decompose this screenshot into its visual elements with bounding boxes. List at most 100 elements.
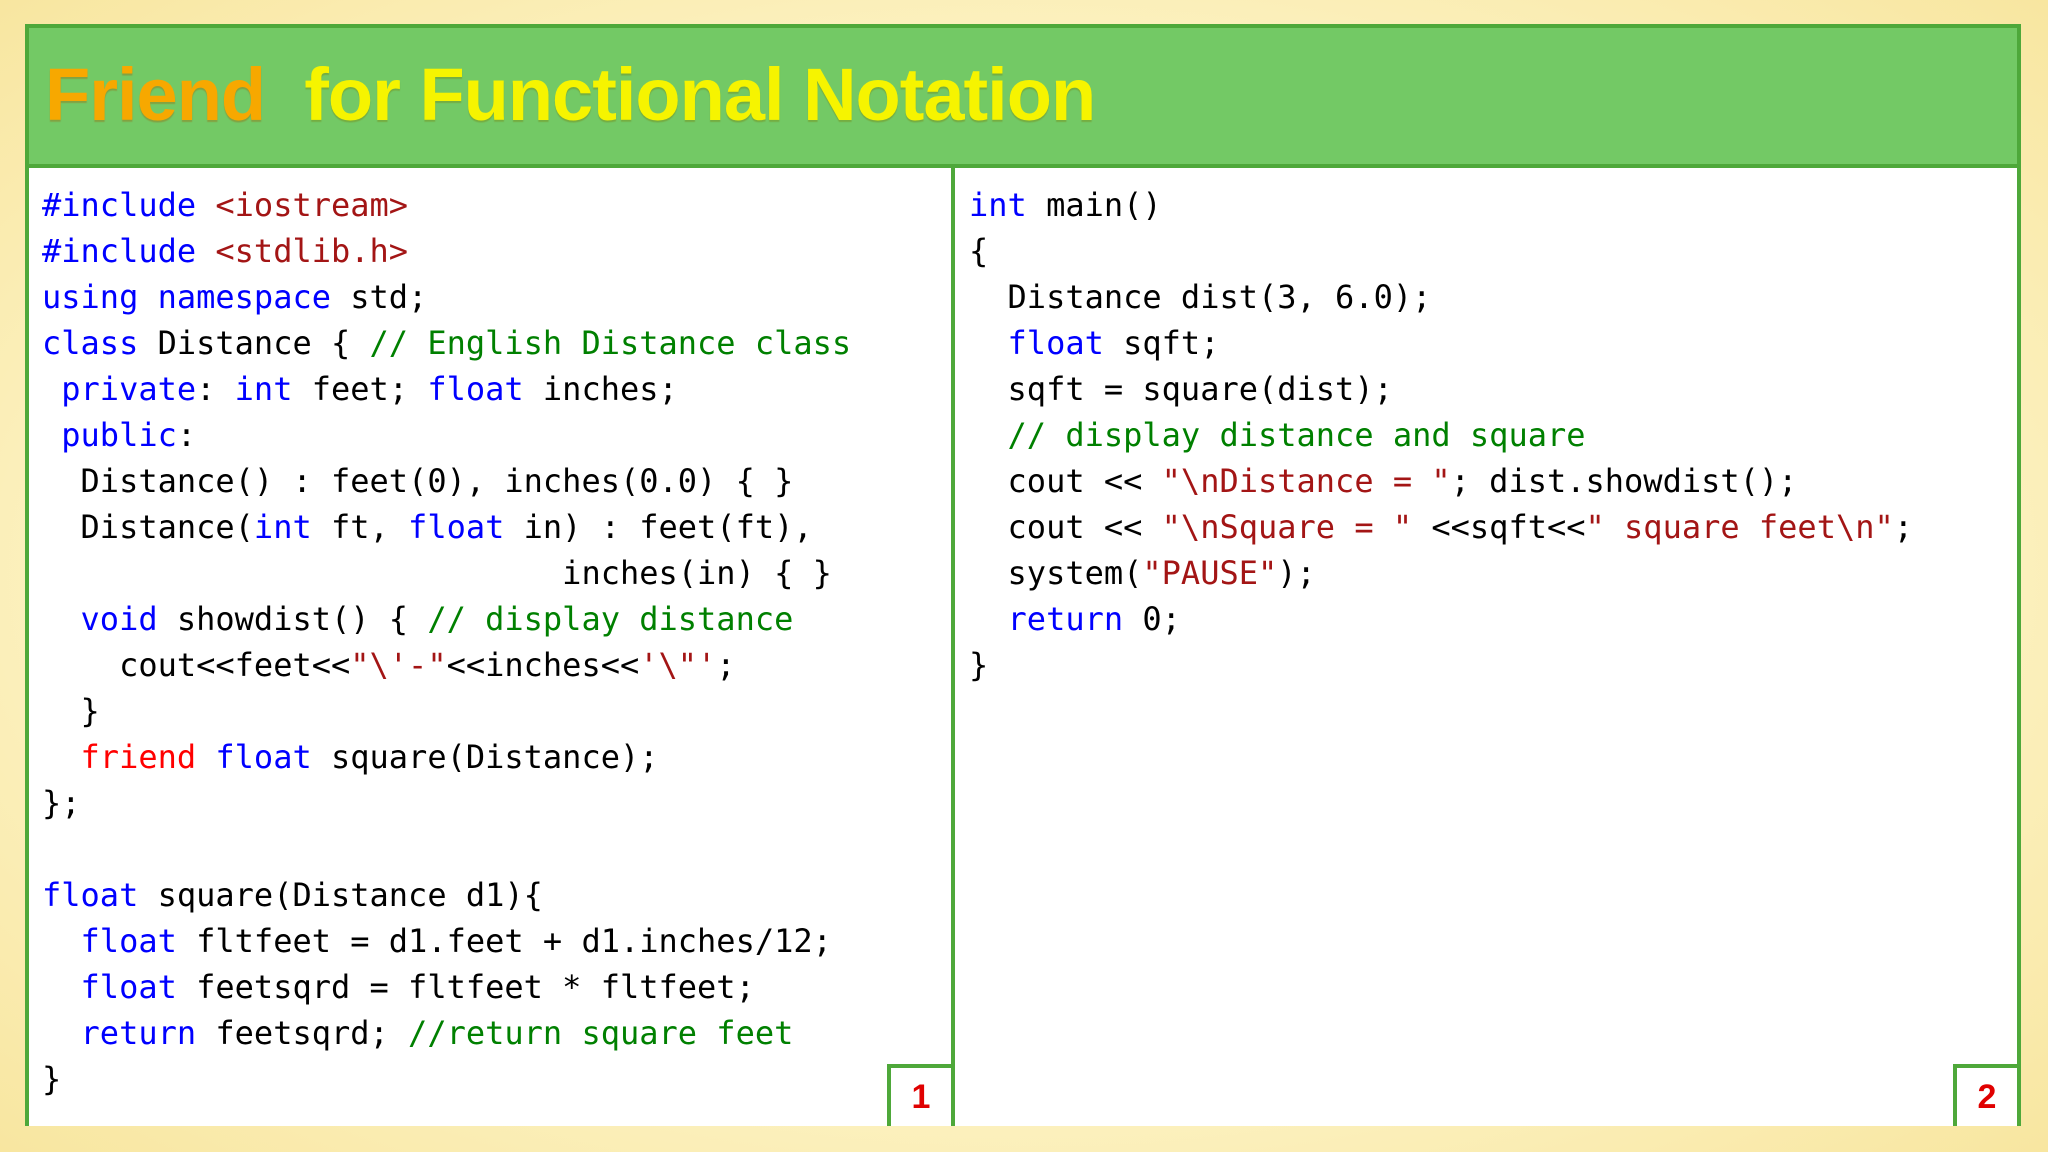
string-token: '\"' [639, 646, 717, 684]
friend-keyword-token: friend [80, 738, 197, 776]
code-line: public: [42, 412, 851, 458]
code-token: Distance { [138, 324, 370, 362]
comment-token: //return square feet [408, 1014, 794, 1052]
page-number-1: 1 [887, 1064, 951, 1126]
string-token: " square feet\n" [1585, 508, 1894, 546]
keyword-token: return [1007, 600, 1124, 638]
code-line: class Distance { // English Distance cla… [42, 320, 851, 366]
keyword-token: float [80, 922, 177, 960]
keyword-token: namespace [157, 278, 331, 316]
comment-token: // English Distance class [369, 324, 852, 362]
code-line: friend float square(Distance); [42, 734, 851, 780]
code-token: sqft; [1103, 324, 1220, 362]
code-token: } [42, 1060, 62, 1098]
code-token: cout<<feet<< [42, 646, 351, 684]
string-token: <stdlib.h> [215, 232, 409, 270]
code-token: } [42, 692, 100, 730]
code-line: } [42, 1056, 851, 1102]
code-token: Distance( [42, 508, 254, 546]
code-line: system("PAUSE"); [969, 550, 1913, 596]
code-line: using namespace std; [42, 274, 851, 320]
code-token: feetsqrd; [196, 1014, 409, 1052]
code-token: main() [1026, 186, 1162, 224]
string-token: "\'-" [350, 646, 447, 684]
code-token: } [969, 646, 989, 684]
code-line: inches(in) { } [42, 550, 851, 596]
code-line: float sqft; [969, 320, 1913, 366]
slide-title: Friend for Functional Notation [45, 58, 1096, 132]
code-token: Distance() : feet(0), inches(0.0) { } [42, 462, 794, 500]
keyword-token: public [61, 416, 177, 454]
keyword-token: float [427, 370, 524, 408]
code-line: Distance() : feet(0), inches(0.0) { } [42, 458, 851, 504]
code-token: cout << [969, 508, 1162, 546]
code-line: float square(Distance d1){ [42, 872, 851, 918]
code-token: fltfeet = d1.feet + d1.inches/12; [176, 922, 832, 960]
code-token: ; dist.showdist(); [1450, 462, 1798, 500]
code-token: in) : feet(ft), [504, 508, 813, 546]
keyword-token: class [42, 324, 139, 362]
code-token: ft, [311, 508, 409, 546]
keyword-token: float [42, 876, 139, 914]
code-line: // display distance and square [969, 412, 1913, 458]
string-token: "\nDistance = " [1161, 462, 1451, 500]
code-line: #include <stdlib.h> [42, 228, 851, 274]
code-line: } [42, 688, 851, 734]
string-token: <iostream> [215, 186, 409, 224]
code-token: inches; [523, 370, 678, 408]
code-line: sqft = square(dist); [969, 366, 1913, 412]
code-token: ; [716, 646, 736, 684]
comment-token: // display distance [427, 600, 794, 638]
code-line: private: int feet; float inches; [42, 366, 851, 412]
code-panel-left: #include <iostream> #include <stdlib.h> us… [29, 168, 951, 1126]
code-token: 0; [1123, 600, 1181, 638]
keyword-token: private [61, 370, 197, 408]
keyword-token: return [80, 1014, 197, 1052]
code-token: system( [969, 554, 1143, 592]
code-panel-right: int main() { Distance dist(3, 6.0); float… [951, 168, 2017, 1126]
code-token: square(Distance d1){ [138, 876, 543, 914]
keyword-token: float [80, 968, 177, 1006]
code-line: cout << "\nDistance = "; dist.showdist()… [969, 458, 1913, 504]
keyword-token: float [215, 738, 312, 776]
slide: Friend for Functional Notation #include … [25, 24, 2021, 1126]
code-line: }; [42, 780, 851, 826]
code-token: : [176, 416, 197, 454]
code-token: }; [42, 784, 81, 822]
code-block-main: int main() { Distance dist(3, 6.0); float… [969, 182, 1913, 688]
code-token: inches(in) { } [42, 554, 832, 592]
code-token: showdist() { [157, 600, 428, 638]
title-bar: Friend for Functional Notation [29, 28, 2017, 168]
code-token: ; [1893, 508, 1914, 546]
comment-token: // display distance and square [1007, 416, 1586, 454]
code-token: sqft = square(dist); [969, 370, 1393, 408]
title-friend: Friend [45, 53, 266, 136]
code-line: return 0; [969, 596, 1913, 642]
code-token: Distance dist(3, 6.0); [969, 278, 1432, 316]
code-token: std; [330, 278, 428, 316]
code-line: #include <iostream> [42, 182, 851, 228]
code-token: { [969, 232, 989, 270]
code-line: Distance dist(3, 6.0); [969, 274, 1913, 320]
code-token: <<inches<< [446, 646, 640, 684]
code-line: int main() [969, 182, 1913, 228]
keyword-token: int [234, 370, 293, 408]
code-line: } [969, 642, 1913, 688]
code-token: : [196, 370, 235, 408]
code-token: square(Distance); [311, 738, 659, 776]
keyword-token: float [1007, 324, 1104, 362]
